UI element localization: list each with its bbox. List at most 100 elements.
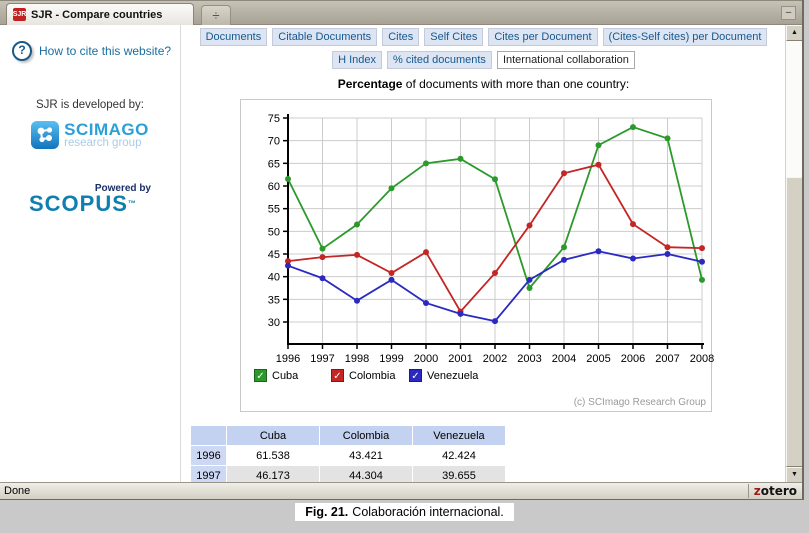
scopus-logo[interactable]: Powered by SCOPUS™ [0,183,180,216]
svg-text:2003: 2003 [517,353,541,365]
svg-text:2007: 2007 [655,353,679,365]
scopus-name: SCOPUS™ [29,194,151,214]
table-value-cell: 61.538 [227,446,320,466]
svg-text:1996: 1996 [276,353,300,365]
table-row-1996: 199661.53843.42142.424 [191,446,506,466]
table-value-cell: 39.655 [413,466,506,484]
data-point-venezuela-1997 [320,275,326,281]
data-point-cuba-2005 [596,142,602,148]
nav-button-cites-per-document[interactable]: Cites per Document [488,28,597,46]
table-corner-cell [191,426,227,446]
data-point-cuba-2007 [665,135,671,141]
svg-text:30: 30 [268,317,280,329]
data-point-colombia-2005 [596,162,602,168]
svg-text:1999: 1999 [379,353,403,365]
nav-button-self-cites[interactable]: Self Cites [424,28,483,46]
new-tab-button[interactable]: ÷ [201,5,231,25]
values-table: CubaColombiaVenezuela199661.53843.42142.… [190,425,506,483]
scimago-molecule-icon [31,121,59,149]
legend-checkbox-colombia[interactable]: ✓ [331,369,344,382]
data-point-cuba-1998 [354,222,360,228]
svg-text:75: 75 [268,113,280,125]
table-year-cell: 1996 [191,446,227,466]
trademark-symbol: ™ [128,199,137,208]
data-point-colombia-2007 [665,244,671,250]
svg-text:2006: 2006 [621,353,645,365]
table-header-row: CubaColombiaVenezuela [191,426,506,446]
data-point-venezuela-2005 [596,248,602,254]
data-point-colombia-2003 [527,222,533,228]
data-point-colombia-2004 [561,170,567,176]
svg-text:1998: 1998 [345,353,369,365]
table-value-cell: 44.304 [320,466,413,484]
nav-button-h-index[interactable]: H Index [332,51,382,69]
page-content: ? How to cite this website? SJR is devel… [0,25,802,483]
browser-window: SJR SJR - Compare countries ÷ – ? How to… [0,0,804,500]
line-chart-panel: (c) SCImago Research Group 3035404550556… [240,99,712,412]
data-point-venezuela-2006 [630,256,636,262]
data-point-colombia-2002 [492,270,498,276]
table-header-colombia: Colombia [320,426,413,446]
figure-root: SJR SJR - Compare countries ÷ – ? How to… [0,0,809,533]
nav-button-cited-documents[interactable]: % cited documents [387,51,492,69]
svg-text:1997: 1997 [310,353,334,365]
legend-label-cuba: Cuba [272,370,298,382]
data-point-colombia-2000 [423,249,429,255]
svg-text:2004: 2004 [552,353,576,365]
vertical-scrollbar[interactable]: ▲ ▼ [785,25,802,483]
data-point-cuba-2000 [423,160,429,166]
table-header-venezuela: Venezuela [413,426,506,446]
legend-label-colombia: Colombia [349,370,395,382]
data-point-venezuela-2002 [492,318,498,324]
scrollbar-thumb[interactable] [786,177,802,467]
status-text: Done [0,485,748,497]
legend-checkbox-venezuela[interactable]: ✓ [409,369,422,382]
data-point-venezuela-2008 [699,259,705,265]
chart-heading: Percentage of documents with more than o… [182,77,785,91]
svg-text:60: 60 [268,181,280,193]
sjr-favicon-icon: SJR [13,8,26,21]
data-point-venezuela-2007 [665,251,671,257]
scimago-logo[interactable]: SCIMAGO research group [0,121,180,149]
svg-text:55: 55 [268,204,280,216]
data-point-cuba-2001 [458,156,464,162]
figure-caption: Fig. 21.Colaboración internacional. [0,503,809,521]
svg-text:65: 65 [268,158,280,170]
scimago-subtitle: research group [64,138,149,148]
legend-label-venezuela: Venezuela [427,370,478,382]
tab-sjr-compare-countries[interactable]: SJR SJR - Compare countries [6,3,194,25]
data-point-colombia-2008 [699,245,705,251]
legend-item-colombia: ✓ Colombia [331,369,395,382]
scroll-up-arrow-icon[interactable]: ▲ [786,25,802,41]
caption-label: Fig. 21. [305,505,348,519]
data-point-cuba-1999 [389,185,395,191]
nav-button-citable-documents[interactable]: Citable Documents [272,28,377,46]
tab-overflow-button[interactable]: – [781,6,796,20]
nav-button-documents[interactable]: Documents [200,28,268,46]
data-point-venezuela-1999 [389,277,395,283]
legend-checkbox-cuba[interactable]: ✓ [254,369,267,382]
data-point-venezuela-1996 [285,263,291,269]
scroll-down-arrow-icon[interactable]: ▼ [786,467,802,483]
svg-text:40: 40 [268,272,280,284]
zotero-button[interactable]: zotero [748,484,802,498]
tab-title: SJR - Compare countries [31,9,162,21]
status-bar: Done zotero [0,482,802,499]
how-to-cite-link[interactable]: ? How to cite this website? [12,41,171,61]
metric-nav-row-1: DocumentsCitable Documents Cites Self Cite… [182,28,785,46]
svg-text:2005: 2005 [586,353,610,365]
nav-button-cites-self-cites-per-document[interactable]: (Cites-Self cites) per Document [603,28,768,46]
table-header-cuba: Cuba [227,426,320,446]
table-year-cell: 1997 [191,466,227,484]
data-point-cuba-2003 [527,285,533,291]
browser-tab-bar: SJR SJR - Compare countries ÷ – [0,0,802,25]
sidebar: ? How to cite this website? SJR is devel… [0,25,181,483]
svg-text:2008: 2008 [690,353,714,365]
legend-item-venezuela: ✓ Venezuela [409,369,478,382]
svg-text:50: 50 [268,226,280,238]
nav-button-cites[interactable]: Cites [382,28,419,46]
data-point-venezuela-2004 [561,257,567,263]
svg-text:2000: 2000 [414,353,438,365]
developed-by-text: SJR is developed by: [0,99,180,111]
nav-button-international-collaboration[interactable]: International collaboration [497,51,635,69]
